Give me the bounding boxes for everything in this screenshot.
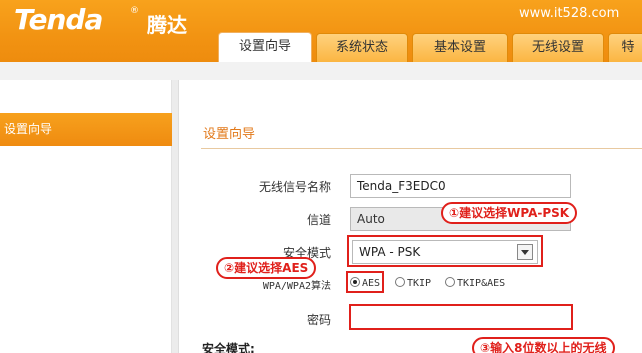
radio-unchecked-icon [445,277,455,287]
radio-checked-icon [350,277,360,287]
section-title: 设置向导 [203,127,256,142]
radio-unchecked-icon [395,277,405,287]
tab-basic-settings[interactable]: 基本设置 [412,33,508,62]
password-label: 密码 [306,313,331,327]
callout-enter-password: ③输入8位数以上的无线 [472,337,615,353]
sidebar-item-setup-wizard[interactable]: 设置向导 [0,113,172,146]
password-input[interactable] [349,304,573,330]
sub-header-strip [0,62,642,80]
tab-more[interactable]: 特 [608,33,642,62]
radio-tkip-aes-label: TKIP&AES [457,278,506,289]
radio-tkip-aes[interactable]: TKIP&AES [445,277,505,289]
ssid-input[interactable]: Tenda_F3EDC0 [350,174,571,198]
callout-select-aes: ②建议选择AES [216,257,317,279]
sidebar: 设置向导 [0,80,172,353]
chevron-down-icon[interactable] [517,244,533,260]
security-mode-heading: 安全模式: [202,342,255,353]
channel-label: 信道 [306,213,331,227]
ssid-label: 无线信号名称 [258,180,331,194]
radio-aes-label: AES [362,278,381,289]
tenda-logo-chinese: 腾达 [147,13,187,37]
radio-tkip-label: TKIP [407,278,432,289]
security-mode-value: WPA - PSK [359,245,421,259]
tab-system-status[interactable]: 系统状态 [316,33,408,62]
callout-select-wpa-psk: ①建议选择WPA-PSK [441,202,578,224]
radio-tkip[interactable]: TKIP [395,277,431,289]
security-mode-select[interactable]: WPA - PSK [352,240,538,264]
registered-mark: ® [130,6,139,16]
header-bar: Tenda ® 腾达 www.it528.com 设置向导 系统状态 基本设置 … [0,0,642,62]
tenda-logo: Tenda [14,3,103,36]
watermark-text: www.it528.com [519,6,620,21]
tab-setup-wizard[interactable]: 设置向导 [218,32,312,62]
tab-wireless-settings[interactable]: 无线设置 [512,33,604,62]
wpa-algorithm-label: WPA/WPA2算法 [262,281,331,292]
radio-aes[interactable]: AES [350,277,380,289]
section-divider [201,148,642,149]
